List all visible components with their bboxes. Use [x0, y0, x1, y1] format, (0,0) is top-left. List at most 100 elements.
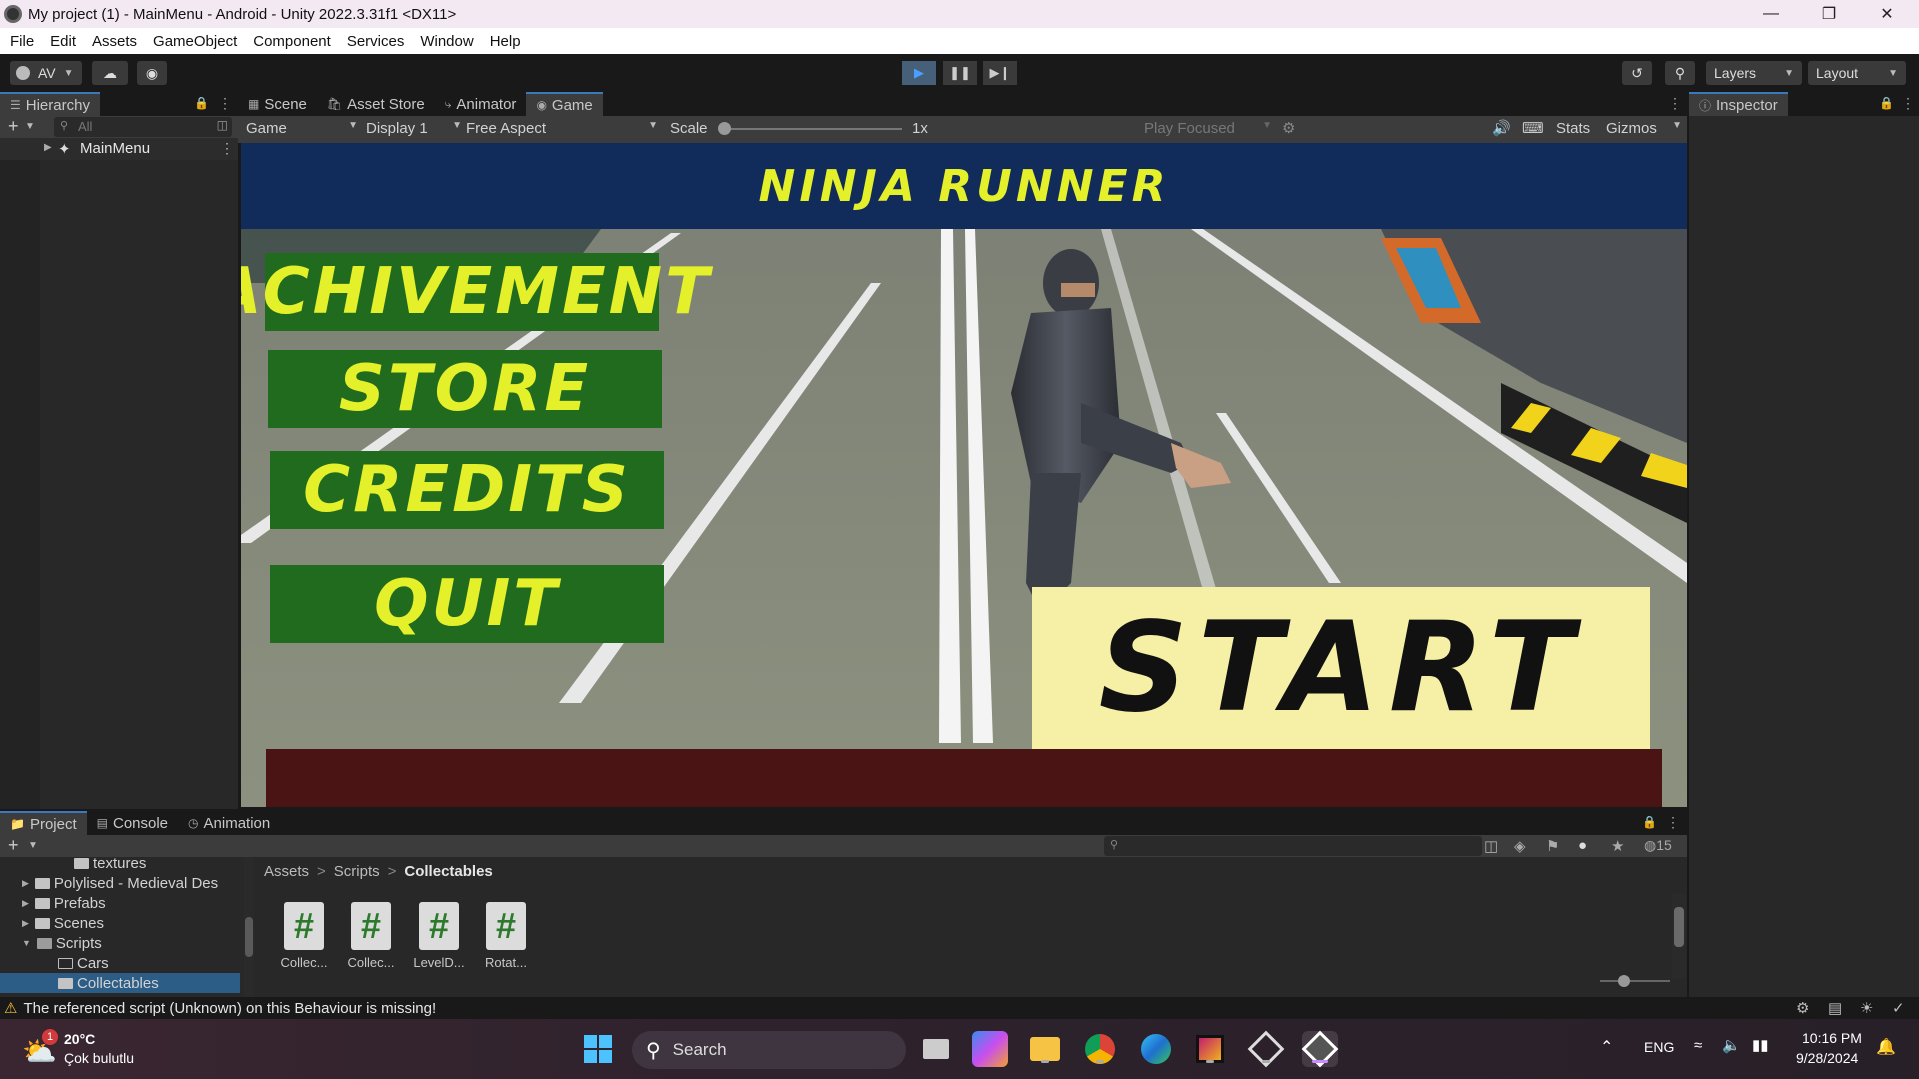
- icon-size-slider[interactable]: [1600, 980, 1670, 982]
- chevron-down-icon[interactable]: ▼: [25, 121, 35, 132]
- scale-slider-track[interactable]: [724, 128, 902, 130]
- weather-widget[interactable]: ⛅ 1: [22, 1029, 58, 1067]
- status-message[interactable]: The referenced script (Unknown) on this …: [23, 1000, 436, 1017]
- lock-icon[interactable]: 🔒: [194, 96, 209, 110]
- taskbar-search[interactable]: ⚲ Search: [632, 1031, 906, 1069]
- tab-console[interactable]: ▤ Console: [87, 811, 178, 835]
- tab-inspector[interactable]: ⓘ Inspector: [1689, 92, 1788, 116]
- play-focused-dropdown[interactable]: Play Focused ▼: [1144, 120, 1272, 137]
- search-icon[interactable]: ⚲: [1665, 61, 1695, 85]
- tree-item-collectables[interactable]: Collectables: [0, 973, 240, 993]
- tab-game[interactable]: ◉ Game: [526, 92, 603, 116]
- breadcrumb-assets[interactable]: Assets: [264, 863, 309, 880]
- tag-icon[interactable]: ⚑: [1546, 837, 1559, 855]
- copilot-icon[interactable]: [972, 1031, 1008, 1067]
- assets-scrollbar[interactable]: [1672, 893, 1686, 979]
- tree-item-cars[interactable]: Cars: [0, 953, 240, 973]
- start-button[interactable]: START: [1032, 587, 1650, 749]
- kebab-menu-icon[interactable]: ⋮: [1901, 95, 1915, 112]
- clock-date[interactable]: 9/28/2024: [1796, 1050, 1858, 1066]
- expand-arrow-icon[interactable]: ▶: [22, 878, 29, 889]
- tree-scrollbar[interactable]: [244, 857, 254, 997]
- script-file-icon[interactable]: #: [419, 902, 459, 950]
- file-explorer-icon[interactable]: [1027, 1031, 1063, 1067]
- mute-audio-icon[interactable]: 🔊: [1492, 119, 1511, 137]
- tree-scrollbar-thumb[interactable]: [245, 917, 253, 957]
- expand-arrow-icon[interactable]: ▶: [22, 898, 29, 909]
- assets-scrollbar-thumb[interactable]: [1674, 907, 1684, 947]
- menu-gameobject[interactable]: GameObject: [153, 33, 237, 50]
- add-icon[interactable]: +: [8, 835, 19, 856]
- close-button[interactable]: ✕: [1858, 0, 1916, 28]
- volume-icon[interactable]: 🔈: [1722, 1036, 1741, 1054]
- layout-dropdown[interactable]: Layout ▼: [1808, 61, 1906, 85]
- menu-help[interactable]: Help: [490, 33, 521, 50]
- task-view-icon[interactable]: [918, 1031, 954, 1067]
- scale-slider-handle[interactable]: [718, 122, 731, 135]
- search-filter-icon[interactable]: ◫: [1484, 837, 1498, 855]
- language-indicator[interactable]: ENG: [1644, 1039, 1674, 1055]
- script-file-icon[interactable]: #: [351, 902, 391, 950]
- layers-dropdown[interactable]: Layers ▼: [1706, 61, 1802, 85]
- tab-animator[interactable]: ⤷ Animator: [435, 92, 527, 116]
- menu-file[interactable]: File: [10, 33, 34, 50]
- warning-filter-icon[interactable]: ●: [1578, 837, 1587, 854]
- store-button[interactable]: STORE: [268, 350, 662, 428]
- hierarchy-search-input[interactable]: ⚲ All ◫: [54, 117, 232, 137]
- tree-item-scenes[interactable]: ▶ Scenes: [0, 913, 240, 933]
- expand-arrow-icon[interactable]: ▶: [44, 142, 52, 153]
- unity-editor-icon[interactable]: [1301, 1030, 1339, 1068]
- tree-item-scripts[interactable]: ▼ Scripts: [0, 933, 240, 953]
- bug-icon[interactable]: ⚙: [1282, 119, 1295, 137]
- achievement-button[interactable]: ACHIVEMENT: [241, 253, 709, 331]
- step-button[interactable]: ▶❙: [983, 61, 1017, 85]
- keyboard-icon[interactable]: ⌨: [1522, 119, 1544, 137]
- tab-asset-store[interactable]: 🛍 Asset Store: [317, 92, 435, 116]
- chevron-down-icon[interactable]: ▼: [28, 840, 38, 851]
- menu-window[interactable]: Window: [420, 33, 473, 50]
- jetbrains-rider-icon[interactable]: [1192, 1031, 1228, 1067]
- notification-bell-icon[interactable]: 🔔: [1876, 1037, 1896, 1057]
- history-icon[interactable]: ↺: [1622, 61, 1652, 85]
- script-file-icon[interactable]: #: [284, 902, 324, 950]
- tab-animation[interactable]: ◷ Animation: [178, 811, 280, 835]
- tree-item-prefabs[interactable]: ▶ Prefabs: [0, 893, 240, 913]
- project-search-input[interactable]: ⚲: [1104, 836, 1482, 856]
- pause-button[interactable]: ❚❚: [943, 61, 977, 85]
- kebab-menu-icon[interactable]: ⋮: [1666, 814, 1680, 831]
- kebab-menu-icon[interactable]: ⋮: [218, 95, 232, 112]
- menu-assets[interactable]: Assets: [92, 33, 137, 50]
- gizmos-dropdown[interactable]: Gizmos ▼: [1606, 120, 1682, 137]
- windows-start-button[interactable]: [580, 1031, 616, 1067]
- unity-hub-icon[interactable]: [1247, 1030, 1285, 1068]
- collab-icon[interactable]: ◉: [137, 61, 167, 85]
- kebab-menu-icon[interactable]: ⋮: [220, 140, 234, 157]
- aspect-dropdown[interactable]: Free Aspect ▼: [466, 120, 658, 137]
- kebab-menu-icon[interactable]: ⋮: [1668, 95, 1682, 112]
- expand-arrow-icon[interactable]: ▶: [22, 918, 29, 929]
- battery-icon[interactable]: ▮▮: [1752, 1036, 1769, 1054]
- game-view-canvas[interactable]: NINJA RUNNER ACHIVEMENT STORE CREDITS QU…: [241, 143, 1687, 807]
- cache-icon[interactable]: ▤: [1828, 999, 1842, 1017]
- menu-services[interactable]: Services: [347, 33, 405, 50]
- tree-item-polylised[interactable]: ▶ Polylised - Medieval Des: [0, 873, 240, 893]
- hidden-count[interactable]: ◍15: [1644, 837, 1672, 854]
- game-mode-dropdown[interactable]: Game ▼: [246, 120, 358, 137]
- hierarchy-row-mainmenu[interactable]: ▶ ✦ MainMenu ⋮: [0, 138, 238, 160]
- tab-scene[interactable]: ▦ Scene: [238, 92, 317, 116]
- credits-button[interactable]: CREDITS: [270, 451, 664, 529]
- debug-icon[interactable]: ⚙: [1796, 999, 1809, 1017]
- clock-time[interactable]: 10:16 PM: [1802, 1030, 1862, 1046]
- auto-gen-lighting-icon[interactable]: ☀: [1860, 999, 1873, 1017]
- play-button[interactable]: ▶: [902, 61, 936, 85]
- check-icon[interactable]: ✓: [1892, 999, 1905, 1017]
- collapse-arrow-icon[interactable]: ▼: [22, 938, 31, 948]
- tree-item-textures[interactable]: textures: [0, 857, 240, 873]
- filter-icon[interactable]: ◫: [217, 118, 228, 132]
- menu-component[interactable]: Component: [253, 33, 331, 50]
- status-bar[interactable]: ⚠ The referenced script (Unknown) on thi…: [0, 997, 1919, 1019]
- cloud-icon[interactable]: ☁: [92, 61, 128, 85]
- stats-button[interactable]: Stats: [1556, 120, 1590, 137]
- tab-project[interactable]: 📁 Project: [0, 811, 87, 835]
- minimize-button[interactable]: —: [1742, 0, 1800, 28]
